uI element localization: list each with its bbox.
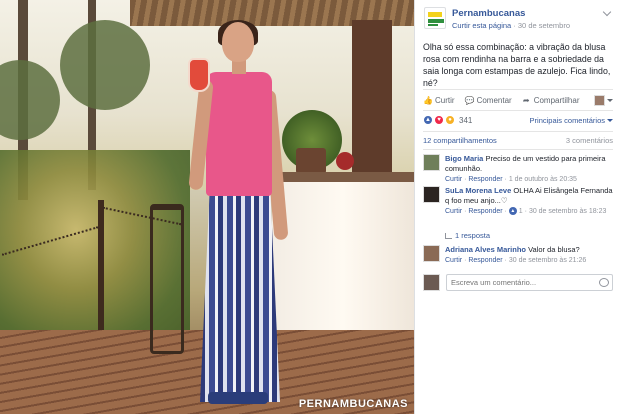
photo-stool	[150, 204, 184, 354]
comment-meta: Curtir · Responder · 30 de setembro às 2…	[445, 257, 587, 264]
post-header: Pernambucanas Curtir esta página · 30 de…	[415, 0, 620, 36]
comment-icon: 💬	[464, 95, 475, 105]
post-actions: 👍 Curtir 💬 Comentar ➦ Compartilhar	[423, 92, 613, 108]
comment-like-count[interactable]: 1	[519, 208, 523, 215]
reactions-bar: ▲ ♥ ● 341 Principais comentários	[423, 113, 613, 127]
like-page-link[interactable]: Curtir esta página	[452, 21, 511, 30]
avatar	[594, 94, 605, 106]
model-shoes	[208, 392, 268, 404]
shares-count-link[interactable]: 12 compartilhamentos	[423, 136, 497, 145]
comment-date[interactable]: 30 de setembro às 21:26	[509, 257, 586, 264]
post-stats: 12 compartilhamentos 3 comentários	[423, 136, 613, 145]
share-icon: ➦	[522, 95, 530, 105]
avatar	[423, 274, 440, 291]
comment-like-link[interactable]: Curtir	[445, 176, 462, 183]
divider	[423, 89, 613, 90]
comment-like-link[interactable]: Curtir	[445, 257, 462, 264]
comment-body: SuLa Morena Leve OLHA Ai Elisângela Fern…	[445, 186, 613, 217]
photo-pot	[296, 148, 326, 174]
comment-body: Bigo Maria Preciso de um vestido para pr…	[445, 154, 613, 185]
chevron-down-icon[interactable]	[602, 7, 612, 17]
reactions-count[interactable]: 341	[459, 116, 472, 125]
replies-label: 1 resposta	[455, 231, 491, 240]
view-replies-link[interactable]: 1 resposta	[445, 231, 490, 240]
photo-pillar	[352, 20, 392, 180]
comment-content: Bigo Maria Preciso de um vestido para pr…	[445, 154, 613, 174]
comment-author[interactable]: Adriana Alves Marinho	[445, 245, 526, 254]
logo-yellow-bar	[428, 12, 442, 17]
comment-composer	[423, 273, 615, 293]
like-reaction-icon: ▲	[508, 207, 517, 216]
reply-arrow-icon	[445, 232, 452, 239]
avatar[interactable]	[423, 245, 440, 262]
like-button[interactable]: 👍 Curtir	[423, 96, 455, 105]
logo-green-bar	[428, 24, 438, 26]
comment-author[interactable]: Bigo Maria	[445, 154, 483, 163]
photo-model	[180, 20, 300, 410]
comment-date[interactable]: 1 de outubro às 20:35	[509, 176, 577, 183]
comment-button[interactable]: 💬 Comentar	[465, 96, 512, 105]
comment-label: Comentar	[476, 95, 512, 105]
post-as-selector[interactable]	[594, 94, 613, 106]
camera-icon[interactable]	[599, 278, 609, 287]
post-date[interactable]: 30 de setembro	[518, 21, 570, 30]
thumbs-up-icon: 👍	[423, 95, 433, 105]
model-skirt	[200, 192, 280, 402]
photo-tree	[60, 20, 150, 110]
comment-reply-link[interactable]: Responder	[468, 176, 502, 183]
like-label: Curtir	[435, 95, 455, 105]
share-label: Compartilhar	[533, 95, 580, 105]
comment-text: Valor da blusa?	[528, 245, 580, 254]
photo-fruit	[336, 152, 354, 170]
comment-content: SuLa Morena Leve OLHA Ai Elisângela Fern…	[445, 186, 613, 206]
model-neck	[232, 60, 246, 74]
logo-green-bar	[428, 19, 444, 23]
comment-reply-link[interactable]: Responder	[468, 208, 502, 215]
comment-meta: Curtir · Responder · 1 de outubro às 20:…	[445, 176, 577, 183]
post-photo[interactable]: PERNAMBUCANAS	[0, 0, 414, 414]
photo-rail-post	[98, 200, 104, 330]
like-reaction-icon[interactable]: ▲	[423, 115, 433, 125]
comment-date[interactable]: 30 de setembro às 18:23	[529, 208, 606, 215]
comment-input[interactable]	[446, 274, 613, 291]
comment-sort-dropdown[interactable]: Principais comentários	[530, 116, 613, 125]
model-drink-glass	[188, 58, 210, 92]
comment-sort-label: Principais comentários	[529, 115, 605, 125]
avatar[interactable]	[423, 186, 440, 203]
avatar[interactable]	[423, 154, 440, 171]
post-meta: Curtir esta página · 30 de setembro	[452, 21, 570, 30]
divider	[423, 110, 613, 111]
meta-separator: ·	[513, 21, 516, 30]
love-reaction-icon[interactable]: ♥	[434, 115, 444, 125]
comments-count[interactable]: 3 comentários	[566, 136, 613, 145]
divider	[423, 149, 613, 150]
comment-author[interactable]: SuLa Morena Leve	[445, 186, 511, 195]
model-head	[222, 22, 254, 62]
share-button[interactable]: ➦ Compartilhar	[522, 96, 580, 105]
wow-reaction-icon[interactable]: ●	[445, 115, 455, 125]
panel-empty-area	[415, 300, 620, 414]
post-text: Olha só essa combinação: a vibração da b…	[423, 42, 611, 88]
model-blouse	[206, 72, 272, 196]
divider	[423, 131, 613, 132]
page-logo[interactable]	[424, 7, 446, 29]
caret-down-icon	[607, 118, 613, 122]
page-name-link[interactable]: Pernambucanas	[452, 8, 525, 19]
brand-watermark: PERNAMBUCANAS	[298, 398, 408, 410]
comment-reply-link[interactable]: Responder	[468, 257, 502, 264]
comment-content: Adriana Alves Marinho Valor da blusa?	[445, 245, 613, 255]
comment-meta: Curtir · Responder · ▲ 1 · 30 de setembr…	[445, 207, 607, 216]
comment-body: Adriana Alves Marinho Valor da blusa? Cu…	[445, 245, 613, 266]
caret-down-icon	[607, 98, 613, 102]
post-sidebar: Pernambucanas Curtir esta página · 30 de…	[414, 0, 620, 414]
comment-like-link[interactable]: Curtir	[445, 208, 462, 215]
